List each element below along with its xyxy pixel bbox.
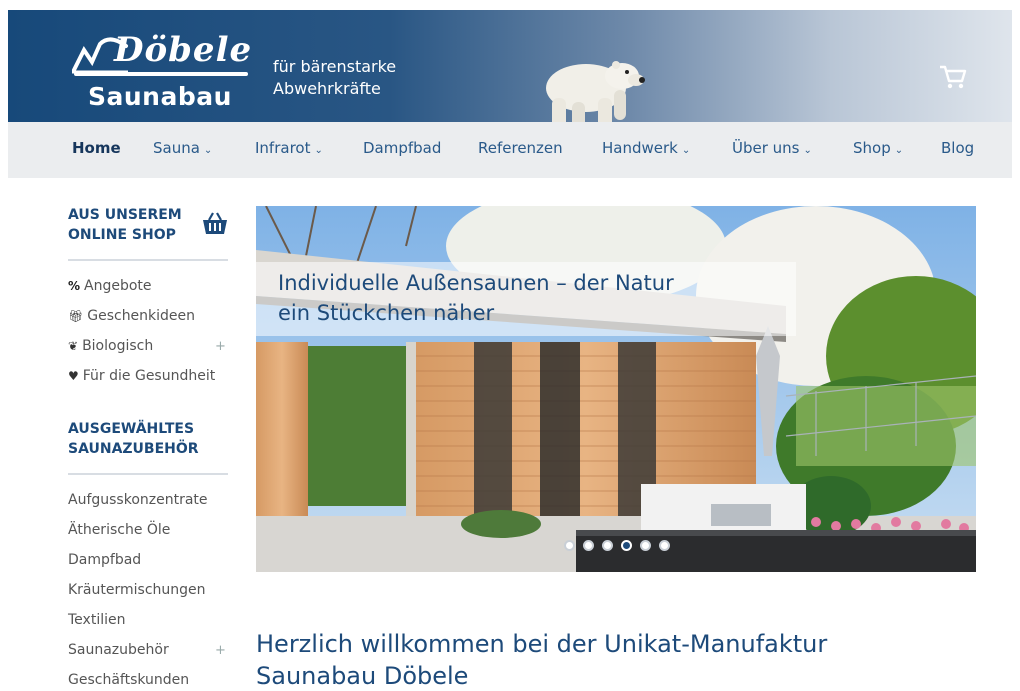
chevron-down-icon: ⌄ bbox=[803, 145, 812, 156]
link-label: Geschenkideen bbox=[87, 308, 196, 324]
chevron-down-icon: ⌄ bbox=[894, 145, 904, 156]
link-label: Für die Gesundheit bbox=[82, 368, 216, 384]
heading-line: ONLINE SHOP bbox=[68, 227, 176, 243]
link-label: Angebote bbox=[84, 278, 152, 294]
tagline-line-1: für bärenstarke bbox=[273, 57, 397, 76]
outdoor-sauna-photo bbox=[256, 206, 976, 572]
slider-dot[interactable] bbox=[583, 540, 594, 551]
chevron-down-icon: ⌄ bbox=[314, 145, 323, 156]
sidebar-link-saunazubehoer[interactable]: Saunazubehör bbox=[68, 642, 169, 658]
nav-item-ueber-uns[interactable]: Über uns ⌄ bbox=[732, 139, 812, 157]
sidebar-link-aufgusskonzentrate[interactable]: Aufgusskonzentrate bbox=[68, 492, 208, 508]
welcome-heading: Herzlich willkommen bei der Unikat-Manuf… bbox=[256, 628, 956, 691]
sidebar-heading-online-shop: AUS UNSEREM ONLINE SHOP bbox=[68, 205, 182, 245]
nav-label: Sauna bbox=[153, 139, 200, 157]
sidebar-link-aetherische-oele[interactable]: Ätherische Öle bbox=[68, 522, 170, 538]
chevron-down-icon: ⌄ bbox=[203, 145, 213, 156]
nav-label: Infrarot bbox=[255, 139, 311, 157]
nav-item-blog[interactable]: Blog bbox=[941, 139, 974, 157]
saunabau-doebele-logo[interactable]: Döbele Saunabau bbox=[70, 26, 252, 112]
nav-label: Blog bbox=[941, 139, 975, 157]
gift-icon: 🎁︎ bbox=[68, 309, 84, 323]
sidebar-link-textilien[interactable]: Textilien bbox=[68, 612, 125, 628]
expand-plus-icon[interactable]: + bbox=[215, 643, 226, 658]
sidebar-divider bbox=[68, 259, 228, 261]
expand-plus-icon[interactable]: + bbox=[215, 339, 226, 354]
chevron-down-icon: ⌄ bbox=[681, 145, 691, 156]
heart-icon: ♥ bbox=[68, 369, 79, 383]
link-label: Saunazubehör bbox=[68, 642, 169, 658]
main-navigation: Home Sauna ⌄ Infrarot ⌄ Dampfbad Referenze… bbox=[8, 122, 1012, 178]
percent-icon: % bbox=[68, 279, 81, 293]
logo-name-text: Saunabau bbox=[88, 82, 232, 111]
nav-label: Home bbox=[72, 139, 121, 157]
sidebar-link-geschaeftskunden[interactable]: Geschäftskunden bbox=[68, 672, 189, 688]
sidebar-heading-saunazubehoer: AUSGEWÄHLTES SAUNAZUBEHÖR bbox=[68, 419, 199, 459]
slider-dot[interactable] bbox=[640, 540, 651, 551]
nav-label: Über uns bbox=[732, 139, 800, 157]
link-label: Geschäftskunden bbox=[68, 672, 190, 688]
hero-slider[interactable]: Individuelle Außensaunen – der Natur ein… bbox=[256, 206, 976, 572]
sidebar-link-dampfbad[interactable]: Dampfbad bbox=[68, 552, 141, 568]
slider-dot[interactable] bbox=[602, 540, 613, 551]
link-label: Kräutermischungen bbox=[68, 582, 206, 598]
sidebar-link-angebote[interactable]: % Angebote bbox=[68, 278, 152, 294]
nav-item-referenzen[interactable]: Referenzen bbox=[478, 139, 563, 157]
slider-dot[interactable] bbox=[659, 540, 670, 551]
sidebar-link-kraeutermischungen[interactable]: Kräutermischungen bbox=[68, 582, 206, 598]
welcome-line-2: Saunabau Döbele bbox=[256, 662, 469, 690]
link-label: Aufgusskonzentrate bbox=[68, 492, 208, 508]
link-label: Biologisch bbox=[82, 338, 154, 354]
nav-item-handwerk[interactable]: Handwerk ⌄ bbox=[602, 139, 690, 157]
sidebar-link-biologisch[interactable]: ❦ Biologisch bbox=[68, 338, 153, 354]
caption-line-2: ein Stückchen näher bbox=[278, 301, 495, 325]
logo-underline bbox=[74, 72, 248, 76]
caption-line-1: Individuelle Außensaunen – der Natur bbox=[278, 271, 674, 295]
nav-item-sauna[interactable]: Sauna ⌄ bbox=[153, 139, 212, 157]
slider-dot-active[interactable] bbox=[621, 540, 632, 551]
heading-line: AUS UNSEREM bbox=[68, 207, 182, 223]
slider-dot[interactable] bbox=[564, 540, 575, 551]
sidebar-link-geschenkideen[interactable]: 🎁︎ Geschenkideen bbox=[68, 308, 195, 324]
tagline-line-2: Abwehrkräfte bbox=[273, 79, 381, 98]
link-label: Dampfbad bbox=[68, 552, 142, 568]
welcome-line-1: Herzlich willkommen bei der Unikat-Manuf… bbox=[256, 630, 828, 658]
nav-label: Handwerk bbox=[602, 139, 678, 157]
nav-item-dampfbad[interactable]: Dampfbad bbox=[363, 139, 441, 157]
basket-icon[interactable] bbox=[201, 210, 229, 236]
heading-line: AUSGEWÄHLTES bbox=[68, 421, 195, 437]
link-label: Textilien bbox=[68, 612, 126, 628]
header-tagline: für bärenstarke Abwehrkräfte bbox=[273, 56, 396, 100]
sidebar-link-gesundheit[interactable]: ♥ Für die Gesundheit bbox=[68, 368, 215, 384]
logo-script-text: Döbele bbox=[114, 30, 253, 70]
nav-label: Dampfbad bbox=[363, 139, 442, 157]
link-label: Ätherische Öle bbox=[68, 522, 171, 538]
hero-caption: Individuelle Außensaunen – der Natur ein… bbox=[278, 268, 674, 328]
nav-item-infrarot[interactable]: Infrarot ⌄ bbox=[255, 139, 323, 157]
nav-item-shop[interactable]: Shop ⌄ bbox=[853, 139, 903, 157]
heading-line: SAUNAZUBEHÖR bbox=[68, 441, 199, 457]
site-header: Döbele Saunabau für bärenstarke Abwehrkr… bbox=[8, 10, 1012, 132]
nav-label: Shop bbox=[853, 139, 891, 157]
leaf-icon: ❦ bbox=[68, 339, 79, 353]
sidebar-divider bbox=[68, 473, 228, 475]
shopping-cart-icon[interactable] bbox=[938, 64, 968, 90]
polar-bear-image bbox=[540, 61, 645, 132]
nav-item-home[interactable]: Home bbox=[72, 139, 121, 157]
nav-label: Referenzen bbox=[478, 139, 563, 157]
